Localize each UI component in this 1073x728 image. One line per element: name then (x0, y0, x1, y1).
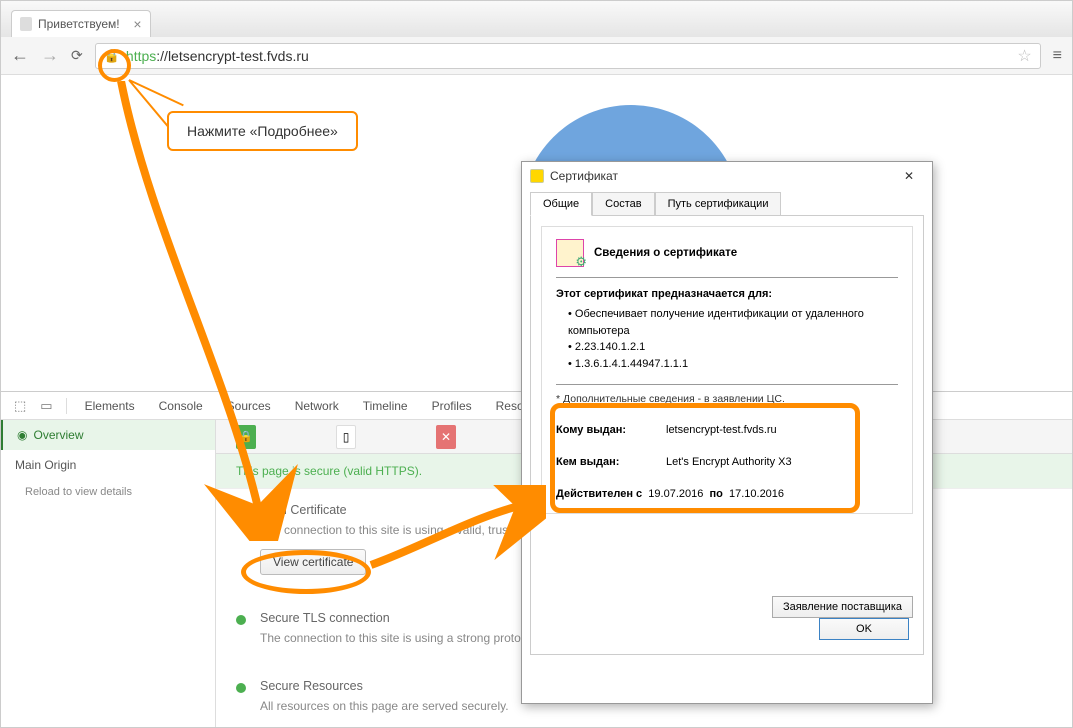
close-button[interactable]: ✕ (894, 166, 924, 186)
back-button[interactable]: ← (11, 45, 29, 66)
sidebar-item-label: Overview (33, 428, 83, 442)
tab-cert-path[interactable]: Путь сертификации (655, 192, 782, 216)
provider-statement-button[interactable]: Заявление поставщика (772, 596, 913, 618)
valid-to-value: 17.10.2016 (729, 488, 784, 500)
browser-tab[interactable]: Приветствуем! × (11, 10, 151, 37)
issued-by-value: Let's Encrypt Authority X3 (666, 451, 792, 473)
bookmark-icon[interactable]: ☆ (1017, 46, 1031, 66)
valid-to-label: по (709, 488, 722, 500)
dialog-titlebar: Сертификат ✕ (522, 162, 932, 190)
tab-timeline[interactable]: Timeline (353, 392, 418, 419)
shield-icon: ◉ (17, 428, 27, 442)
section-title: Secure TLS connection (260, 611, 390, 625)
divider (66, 398, 67, 414)
cert-panel: Сведения о сертификате Этот сертификат п… (530, 215, 924, 655)
cert-purpose-item: Обеспечивает получение идентификации от … (568, 306, 898, 339)
tab-general[interactable]: Общие (530, 192, 592, 216)
close-icon[interactable]: × (133, 16, 141, 32)
valid-from-value: 19.07.2016 (648, 488, 703, 500)
valid-from-label: Действителен с (556, 488, 642, 500)
forward-button[interactable]: → (41, 45, 59, 66)
issued-to-label: Кому выдан: (556, 419, 666, 441)
cert-note: * Дополнительные сведения - в заявлении … (556, 384, 898, 405)
ok-button[interactable]: OK (819, 618, 909, 640)
menu-icon[interactable]: ≡ (1053, 47, 1062, 65)
insecure-icon: ✕ (436, 425, 456, 449)
lock-icon[interactable]: 🔒 (104, 48, 120, 64)
tab-bar: Приветствуем! × (1, 1, 1072, 37)
tab-profiles[interactable]: Profiles (422, 392, 482, 419)
url-protocol: https (126, 48, 156, 64)
reload-button[interactable]: ⟳ (71, 47, 83, 64)
certificate-icon (530, 169, 544, 183)
cert-purpose-item: 2.23.140.1.2.1 (568, 339, 898, 356)
view-certificate-button[interactable]: View certificate (260, 549, 366, 575)
certificate-badge-icon (556, 239, 584, 267)
status-dot-icon (236, 615, 246, 625)
cert-purpose-item: 1.3.6.1.4.1.44947.1.1.1 (568, 356, 898, 373)
dialog-title: Сертификат (550, 169, 618, 183)
issued-by-label: Кем выдан: (556, 451, 666, 473)
status-dot-icon (236, 683, 246, 693)
tab-details[interactable]: Состав (592, 192, 654, 216)
address-bar: ← → ⟳ 🔒 https ://letsencrypt-test.fvds.r… (1, 37, 1072, 75)
url-input[interactable]: 🔒 https ://letsencrypt-test.fvds.ru ☆ (95, 43, 1041, 69)
url-host: ://letsencrypt-test.fvds.ru (156, 48, 309, 64)
device-icon[interactable]: ▭ (35, 398, 57, 414)
cert-purpose-header: Этот сертификат предназначается для: (556, 288, 898, 300)
cert-info-box: Сведения о сертификате Этот сертификат п… (541, 226, 913, 514)
cert-tabs: Общие Состав Путь сертификации (522, 192, 932, 216)
annotation-label: Нажмите «Подробнее» (167, 111, 358, 151)
annotation-arrow-right (366, 485, 546, 575)
section-title: Secure Resources (260, 679, 363, 693)
inspect-icon[interactable]: ⬚ (9, 398, 31, 414)
cert-purposes: Обеспечивает получение идентификации от … (568, 306, 898, 372)
doc-icon: ▯ (336, 425, 356, 449)
certificate-dialog: Сертификат ✕ Общие Состав Путь сертифика… (521, 161, 933, 704)
issued-to-value: letsencrypt-test.fvds.ru (666, 419, 777, 441)
cert-info-header: Сведения о сертификате (594, 247, 737, 259)
tab-title: Приветствуем! (38, 17, 120, 31)
